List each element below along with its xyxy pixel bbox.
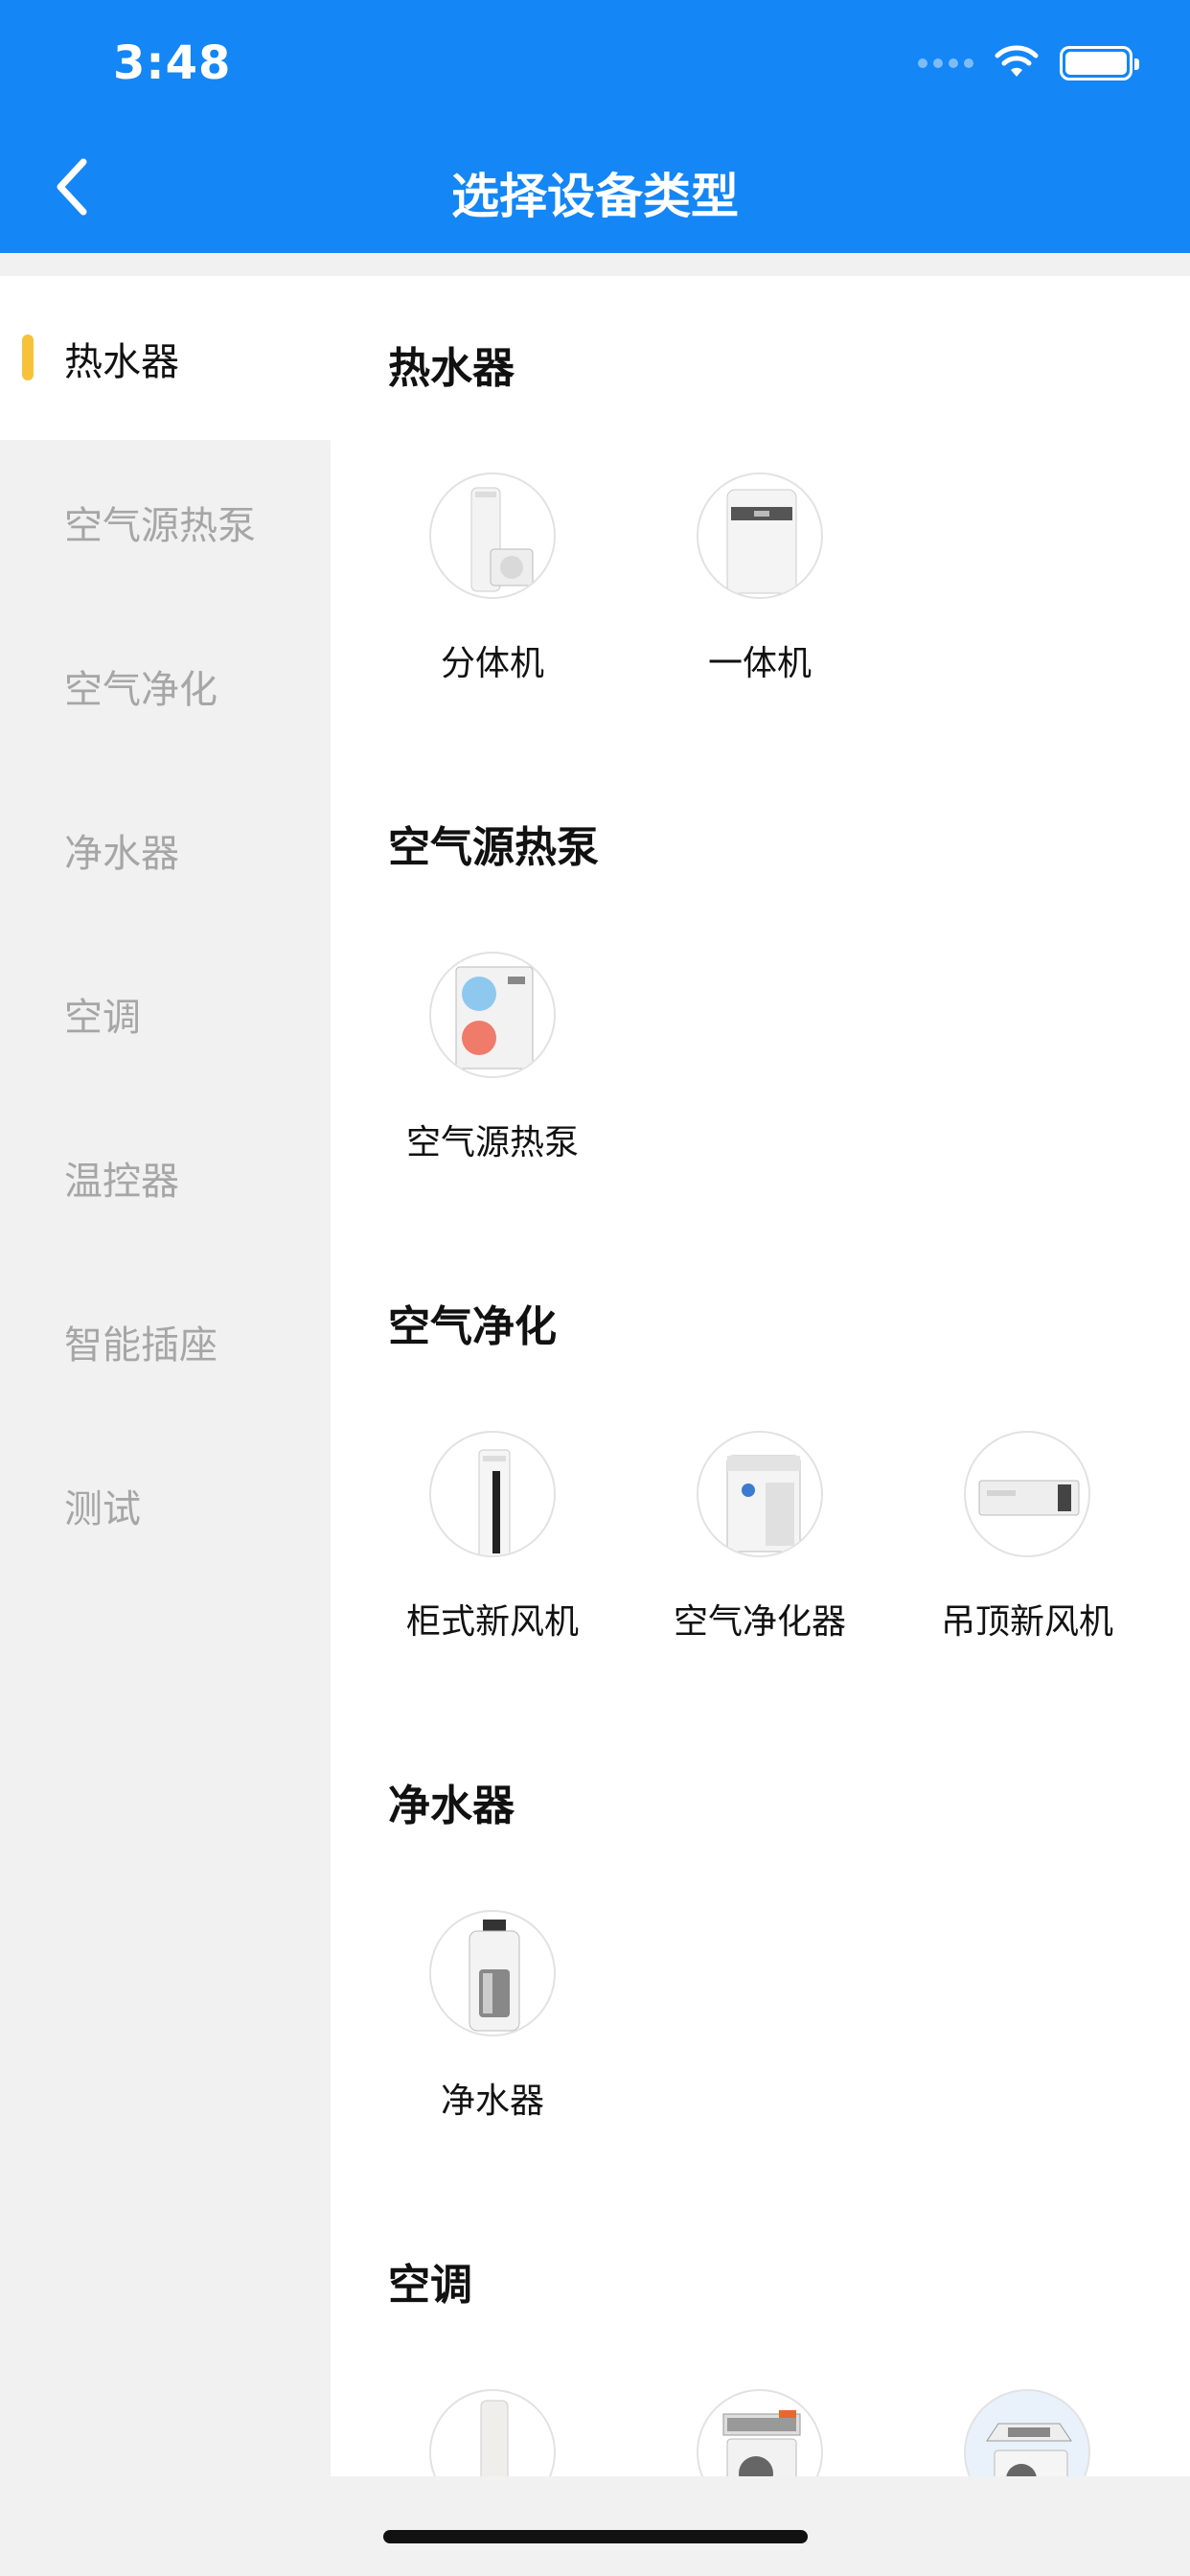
split-water-heater-image (429, 472, 556, 599)
battery-icon (1060, 46, 1139, 80)
sidebar-item-air-conditioner[interactable]: 空调 (0, 932, 331, 1095)
sidebar-item-test[interactable]: 测试 (0, 1423, 331, 1587)
category-sidebar: 热水器 空气源热泵 空气净化 净水器 空调 温控器 智能插座 测试 (0, 276, 331, 2480)
status-icons (918, 44, 1139, 82)
section-title: 空气净化 (388, 1302, 557, 1351)
device-label: 净水器 (440, 2082, 544, 2121)
section-title: 热水器 (388, 344, 515, 393)
device-item-water-purifier[interactable]: 净水器 (358, 1910, 627, 2123)
cabinet-fresh-air-image (429, 1431, 556, 1557)
sidebar-item-label: 智能插座 (64, 1322, 217, 1368)
sidebar-item-label: 空气净化 (64, 667, 217, 712)
device-list: 热水器 分体机 一体机 空气源热泵 空气源热泵 空气净化 柜式新风机 空气净化器… (331, 276, 1190, 2476)
sidebar-item-smart-socket[interactable]: 智能插座 (0, 1259, 331, 1423)
floor-ac-image (429, 2389, 556, 2476)
sidebar-item-label: 测试 (64, 1486, 141, 1531)
cassette-ac-image (964, 2389, 1090, 2476)
heat-pump-image (429, 952, 556, 1078)
sidebar-item-label: 空气源热泵 (64, 503, 256, 548)
sidebar-item-label: 空调 (64, 995, 141, 1040)
device-item-ac-cassette[interactable] (893, 2389, 1161, 2476)
sidebar-item-thermostat[interactable]: 温控器 (0, 1095, 331, 1259)
device-label: 空气净化器 (673, 1602, 846, 1642)
device-label: 分体机 (440, 644, 544, 683)
sidebar-item-label: 温控器 (64, 1159, 179, 1204)
sidebar-item-air-source-heat-pump[interactable]: 空气源热泵 (0, 440, 331, 604)
active-indicator (22, 334, 34, 380)
water-purifier-image (429, 1910, 556, 2036)
sidebar-item-label: 净水器 (64, 831, 179, 876)
page-title: 选择设备类型 (451, 169, 739, 224)
device-label: 柜式新风机 (405, 1602, 579, 1642)
device-label: 一体机 (707, 644, 812, 683)
section-title: 净水器 (388, 1782, 515, 1830)
section-title: 空气源热泵 (388, 823, 599, 872)
device-item-ceiling-fresh-air[interactable]: 吊顶新风机 (893, 1431, 1161, 1644)
wifi-icon (995, 45, 1039, 77)
air-purifier-image (697, 1431, 823, 1557)
home-indicator[interactable] (383, 2530, 808, 2543)
device-label: 吊顶新风机 (940, 1602, 1113, 1642)
sidebar-item-air-purification[interactable]: 空气净化 (0, 604, 331, 768)
sidebar-item-label: 热水器 (64, 339, 179, 384)
device-item-ac-floor[interactable] (358, 2389, 627, 2476)
duct-ac-image (697, 2389, 823, 2476)
app-header: 3:48 选择设备类型 (0, 0, 1190, 253)
device-label: 空气源热泵 (405, 1123, 579, 1162)
integrated-water-heater-image (697, 472, 823, 599)
section-title: 空调 (388, 2261, 472, 2310)
device-item-ac-duct[interactable] (626, 2389, 894, 2476)
device-item-air-source-heat-pump[interactable]: 空气源热泵 (358, 952, 627, 1164)
device-item-integrated-unit[interactable]: 一体机 (626, 472, 894, 685)
sidebar-item-water-purifier[interactable]: 净水器 (0, 768, 331, 932)
sidebar-item-water-heater[interactable]: 热水器 (0, 276, 331, 440)
ceiling-fresh-air-image (964, 1431, 1090, 1557)
device-item-air-purifier[interactable]: 空气净化器 (626, 1431, 894, 1644)
status-time: 3:48 (113, 36, 232, 90)
cellular-signal-icon (918, 58, 973, 68)
device-item-cabinet-fresh-air[interactable]: 柜式新风机 (358, 1431, 627, 1644)
device-item-split-unit[interactable]: 分体机 (358, 472, 627, 685)
